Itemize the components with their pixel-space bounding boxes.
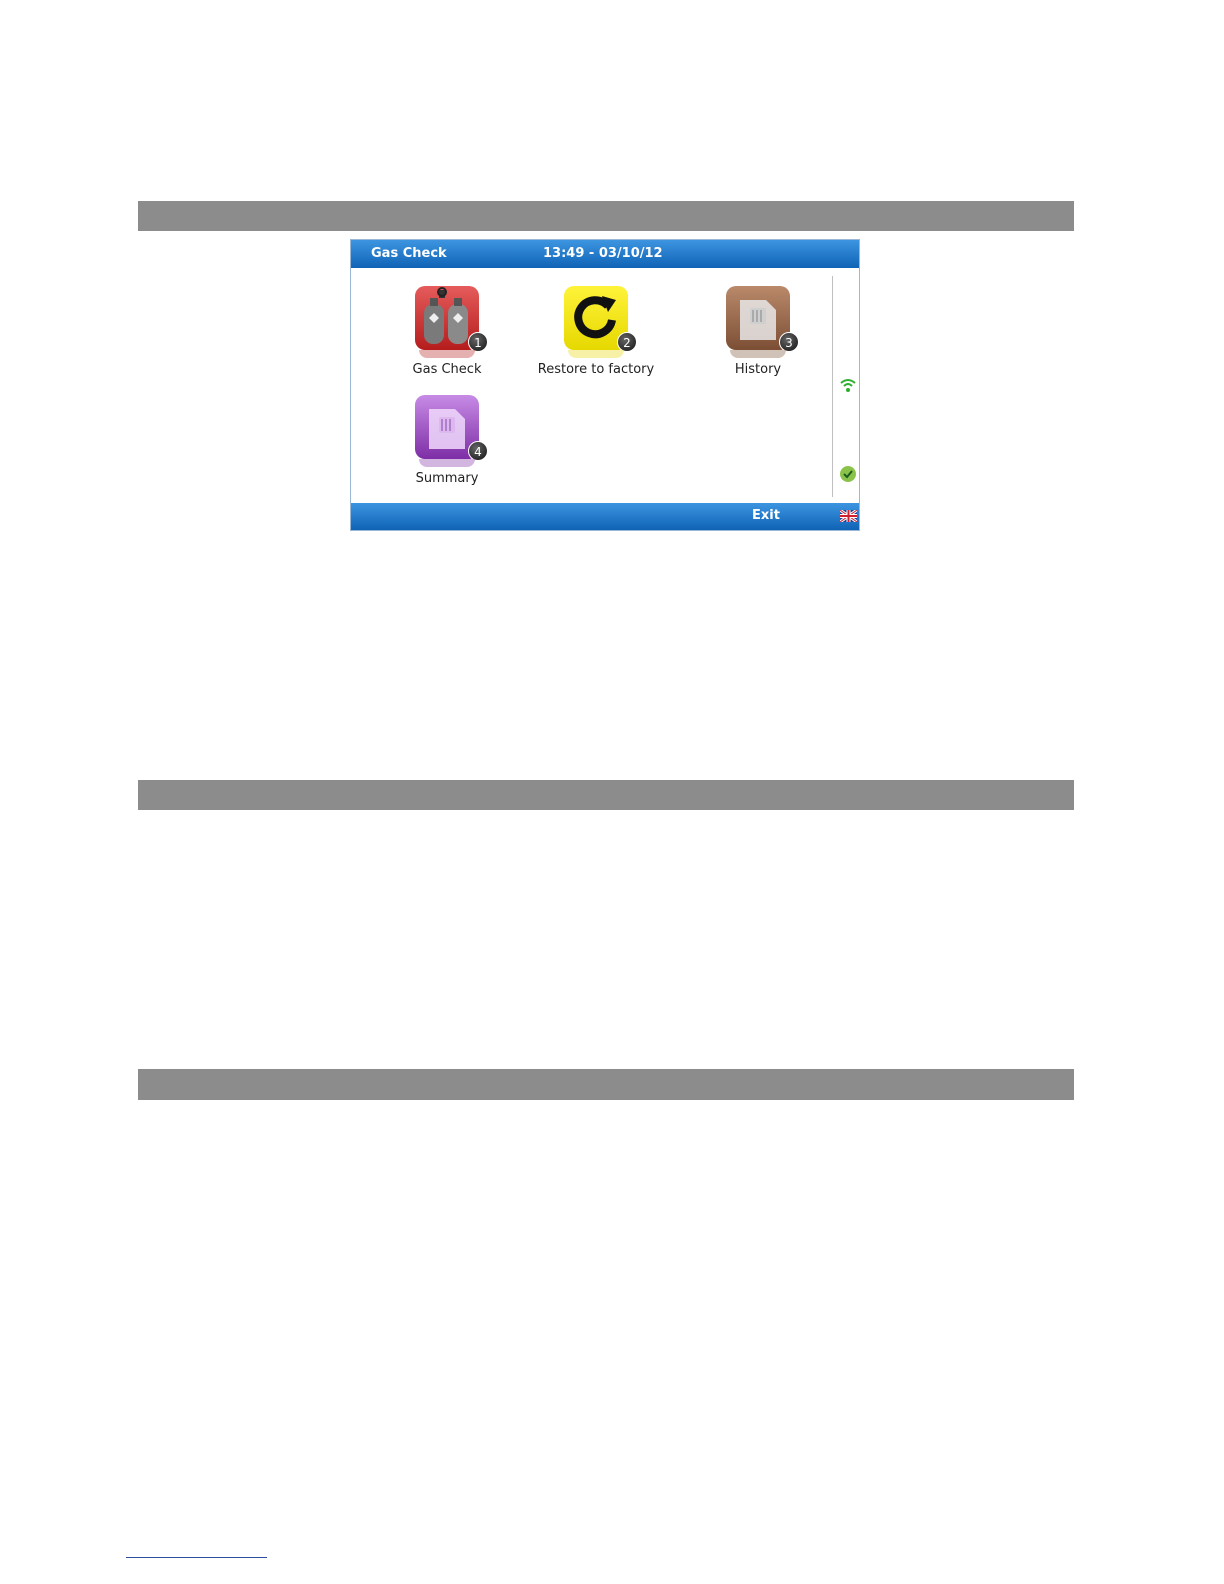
title-bar: Gas Check 13:49 - 03/10/12 [351, 240, 859, 268]
menu-item-label: Restore to factory [537, 362, 655, 377]
icon-reflection [419, 459, 475, 467]
restore-icon: 2 [564, 286, 637, 352]
ok-check-icon [840, 466, 856, 482]
uk-flag-icon[interactable] [840, 510, 857, 522]
wifi-signal-icon [840, 379, 856, 392]
menu-item-label: Gas Check [412, 362, 482, 377]
exit-button[interactable]: Exit [752, 508, 780, 523]
icon-reflection [568, 350, 624, 358]
menu-item-restore-to-factory[interactable]: 2 Restore to factory [526, 286, 666, 377]
item-number-badge: 3 [779, 332, 799, 352]
app-title: Gas Check [371, 246, 447, 261]
item-number-badge: 4 [468, 441, 488, 461]
item-number-badge: 1 [468, 332, 488, 352]
menu-item-gas-check[interactable]: 1 Gas Check [377, 286, 517, 377]
icon-reflection [419, 350, 475, 358]
section-header-bar [138, 201, 1074, 231]
item-number-badge: 2 [617, 332, 637, 352]
sidebar-divider [832, 276, 833, 497]
menu-item-summary[interactable]: 4 Summary [377, 395, 517, 486]
menu-item-label: Summary [415, 471, 479, 486]
bottom-bar: Exit [351, 503, 859, 530]
menu-item-label: History [734, 362, 782, 377]
summary-folder-icon: 4 [415, 395, 488, 461]
device-screen: Gas Check 13:49 - 03/10/12 1 Gas Check 2… [350, 239, 860, 531]
icon-reflection [730, 350, 786, 358]
section-header-bar [138, 780, 1074, 810]
footnote-separator [126, 1557, 267, 1558]
history-folder-icon: 3 [726, 286, 799, 352]
datetime: 13:49 - 03/10/12 [543, 246, 663, 261]
menu-item-history[interactable]: 3 History [688, 286, 828, 377]
section-header-bar [138, 1069, 1074, 1100]
gas-cylinders-icon: 1 [415, 286, 488, 352]
